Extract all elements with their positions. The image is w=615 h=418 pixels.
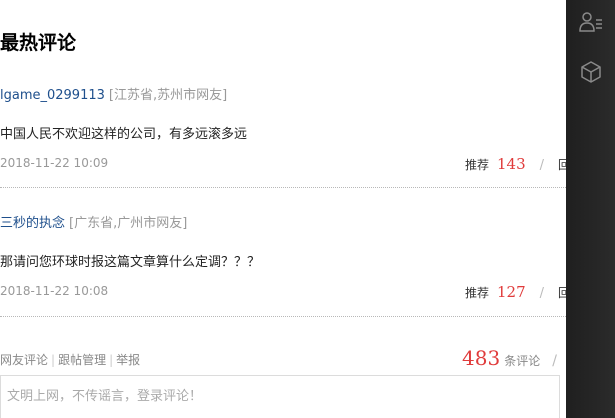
action-separator: / [539,286,545,301]
footer-separator: / [552,353,557,369]
report-link[interactable]: 举报 [116,353,140,367]
cube-icon [580,61,601,83]
recommend-count: 127 [497,283,526,301]
recommend-button[interactable]: 推荐 [465,156,489,173]
comment-location: [广东省,广州市网友] [69,216,188,231]
user-list-icon [578,12,602,32]
recommend-count: 143 [497,155,526,173]
comment-count-label: 条评论 [504,354,541,368]
comment-user-line: 三秒的执念 [广东省,广州市网友] [0,212,187,231]
netizen-comments-link[interactable]: 网友评论 [0,353,48,367]
reply-button[interactable]: 回复 [558,284,566,301]
comment-input[interactable] [0,375,560,418]
comments-panel: 最热评论 lgame_0299113 [江苏省,苏州市网友] 中国人民不欢迎这样的… [0,0,566,418]
comment-time: 2018-11-22 10:08 [0,284,109,298]
comment-text: 中国人民不欢迎这样的公司，有多远滚多远 [0,127,248,142]
action-separator: / [539,158,545,173]
comment-divider [0,316,566,317]
comment-actions: 推荐 127 / 回复 [465,283,566,301]
thread-management-link[interactable]: 跟帖管理 [58,353,106,367]
side-toolbar [566,0,615,418]
reply-button[interactable]: 回复 [558,156,566,173]
recommend-button[interactable]: 推荐 [465,284,489,301]
link-separator: | [51,353,56,367]
comment-text: 那请问您环球时报这篇文章算什么定调？？？ [0,255,261,270]
comment-item: 三秒的执念 [广东省,广州市网友] 那请问您环球时报这篇文章算什么定调？？？ 20… [0,212,566,340]
comment-location: [江苏省,苏州市网友] [108,88,228,103]
cube-button[interactable] [566,50,615,94]
link-separator: | [109,353,114,367]
footer-links: 网友评论 | 跟帖管理 | 举报 [0,351,140,368]
comment-count-area: 483 条评论 / [462,346,557,370]
user-list-button[interactable] [566,0,615,44]
comment-count[interactable]: 483 [462,346,500,370]
comment-username[interactable]: 三秒的执念 [0,216,65,231]
comment-username[interactable]: lgame_0299113 [0,88,105,103]
comment-divider [0,187,566,188]
comment-item: lgame_0299113 [江苏省,苏州市网友] 中国人民不欢迎这样的公司，有多… [0,84,566,212]
comment-actions: 推荐 143 / 回复 [465,155,566,173]
comment-time: 2018-11-22 10:09 [0,156,109,170]
comment-user-line: lgame_0299113 [江苏省,苏州市网友] [0,84,227,103]
hot-comments-title: 最热评论 [0,32,77,54]
